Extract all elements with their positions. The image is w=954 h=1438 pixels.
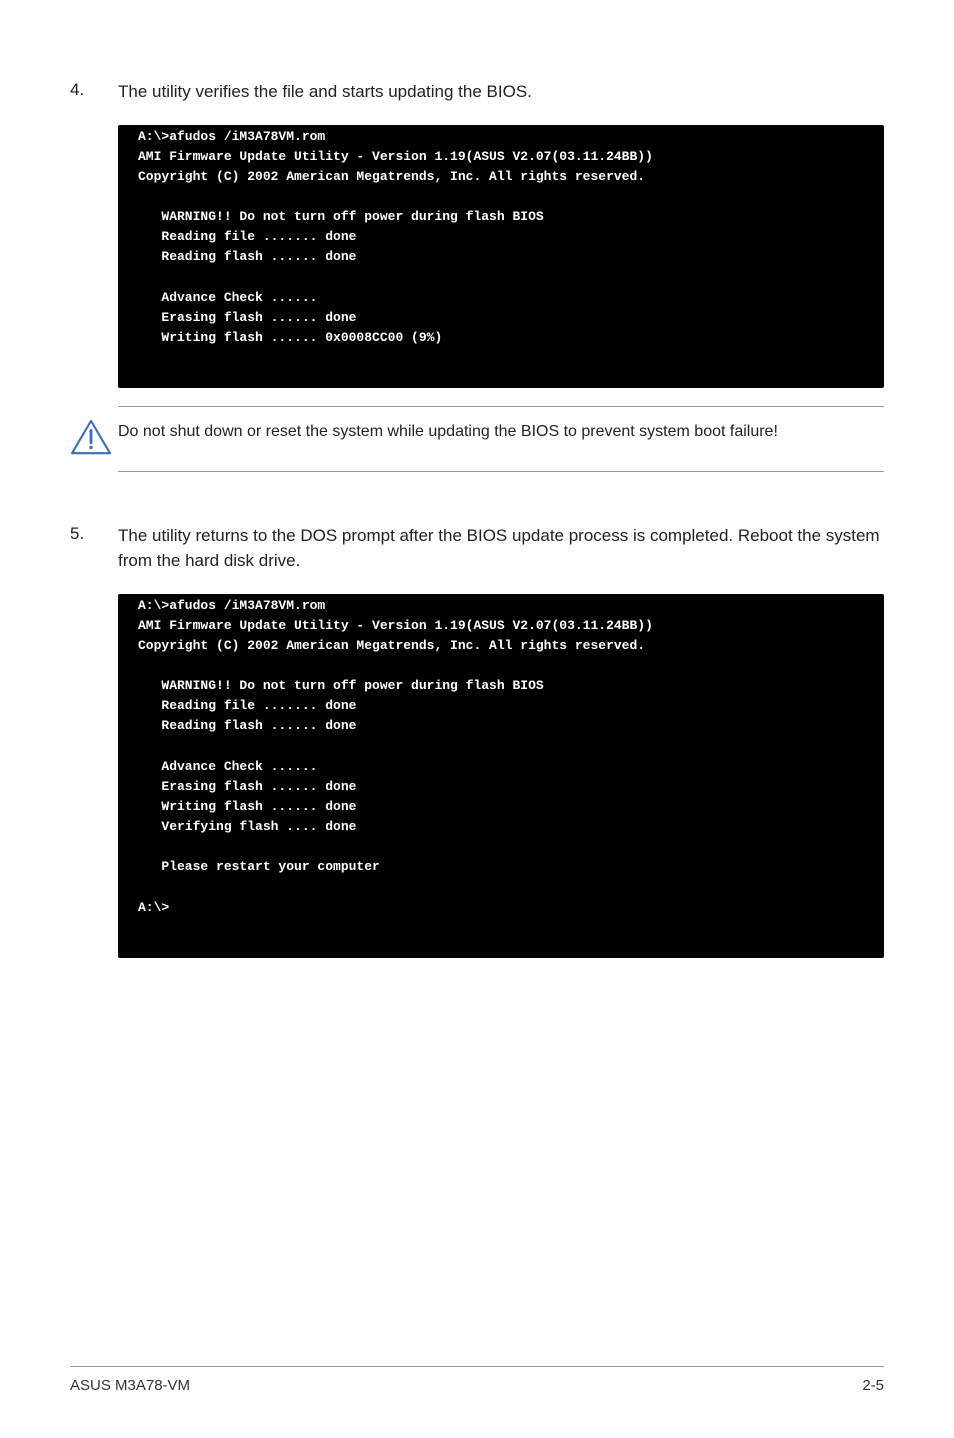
- term1-line: Copyright (C) 2002 American Megatrends, …: [138, 169, 645, 184]
- term2-line: Reading flash ...... done: [138, 718, 356, 733]
- callout-rule: [118, 471, 884, 472]
- term1-line: A:\>afudos /iM3A78VM.rom: [138, 129, 325, 144]
- term2-line: Verifying flash .... done: [138, 819, 356, 834]
- term1-line: WARNING!! Do not turn off power during f…: [138, 209, 544, 224]
- term1-line: Reading flash ...... done: [138, 249, 356, 264]
- warning-icon: [70, 419, 112, 457]
- terminal-output-1: A:\>afudos /iM3A78VM.rom AMI Firmware Up…: [118, 125, 884, 389]
- term1-line: Erasing flash ...... done: [138, 310, 356, 325]
- step-4: 4. The utility verifies the file and sta…: [70, 80, 884, 105]
- term2-line: WARNING!! Do not turn off power during f…: [138, 678, 544, 693]
- term2-line: Erasing flash ...... done: [138, 779, 356, 794]
- term2-line: AMI Firmware Update Utility - Version 1.…: [138, 618, 653, 633]
- page-footer: ASUS M3A78-VM 2-5: [70, 1366, 884, 1394]
- footer-page-number: 2-5: [862, 1377, 884, 1394]
- warning-text: Do not shut down or reset the system whi…: [118, 421, 778, 443]
- terminal-output-2: A:\>afudos /iM3A78VM.rom AMI Firmware Up…: [118, 594, 884, 958]
- term1-line: Reading file ....... done: [138, 229, 356, 244]
- term2-line: Copyright (C) 2002 American Megatrends, …: [138, 638, 645, 653]
- step-5: 5. The utility returns to the DOS prompt…: [70, 524, 884, 573]
- term1-line: Writing flash ...... 0x0008CC00 (9%): [138, 330, 442, 345]
- term2-line: Writing flash ...... done: [138, 799, 356, 814]
- step-5-text: The utility returns to the DOS prompt af…: [118, 524, 884, 573]
- term2-line: A:\>afudos /iM3A78VM.rom: [138, 598, 325, 613]
- term1-line: AMI Firmware Update Utility - Version 1.…: [138, 149, 653, 164]
- warning-callout: Do not shut down or reset the system whi…: [118, 406, 884, 472]
- footer-product: ASUS M3A78-VM: [70, 1377, 190, 1394]
- term2-line: A:\>: [138, 900, 169, 915]
- callout-rule: [118, 406, 884, 407]
- step-4-number: 4.: [70, 80, 118, 105]
- step-5-number: 5.: [70, 524, 118, 573]
- term1-line: Advance Check ......: [138, 290, 317, 305]
- term2-line: Advance Check ......: [138, 759, 317, 774]
- term2-line: Reading file ....... done: [138, 698, 356, 713]
- step-4-text: The utility verifies the file and starts…: [118, 80, 532, 105]
- term2-line: Please restart your computer: [138, 859, 380, 874]
